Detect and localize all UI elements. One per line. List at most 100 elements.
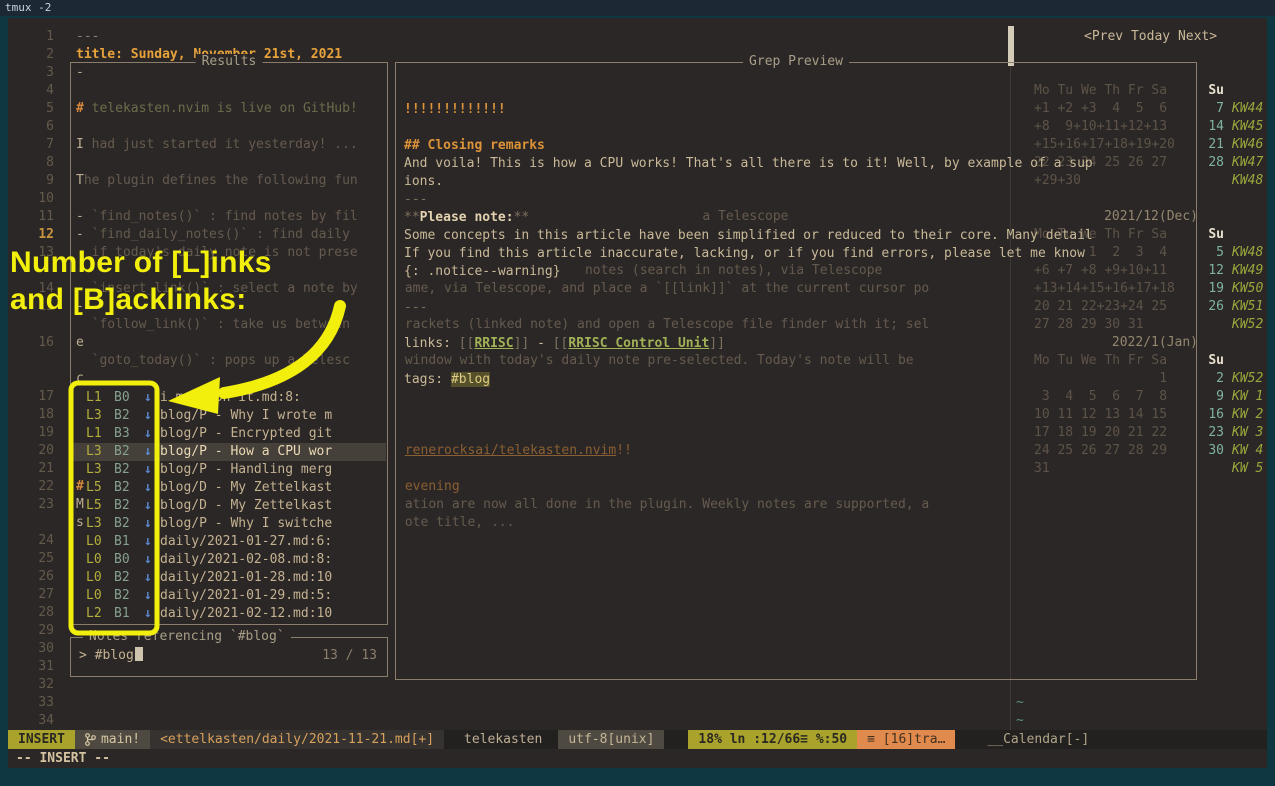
calendar-today-button[interactable]: Today: [1131, 29, 1170, 44]
calendar-prev-button[interactable]: <Prev: [1084, 29, 1123, 44]
prompt-char: >: [79, 648, 87, 663]
preview-text: tags:: [404, 372, 451, 387]
preview-text: links:: [404, 336, 459, 351]
links-count-badge: L3: [86, 407, 102, 425]
line-number: 15: [8, 298, 54, 316]
line-number: 32: [8, 676, 54, 694]
calendar-sunday-day[interactable]: 9: [1198, 388, 1224, 406]
command-line: -- INSERT --: [8, 749, 1267, 768]
calendar-sunday-day[interactable]: 19: [1198, 280, 1224, 298]
line-number: 11: [8, 208, 54, 226]
preview-line: Some concepts in this article have been …: [404, 227, 1093, 245]
filetype-label: telekasten: [462, 730, 544, 749]
calendar-sunday-day[interactable]: 12: [1198, 262, 1224, 280]
result-item[interactable]: L3B2↓blog/P - Handling merg: [72, 461, 386, 479]
preview-line: tags: #blog: [404, 371, 490, 389]
preview-line: ---: [404, 191, 427, 209]
calendar-sunday-day[interactable]: 5: [1198, 244, 1224, 262]
result-item[interactable]: L3B2↓blog/P - Why I switche: [72, 515, 386, 533]
backlinks-count-badge: B2: [114, 497, 130, 515]
calendar-sunday-day[interactable]: 2: [1198, 370, 1224, 388]
preview-text: Some concepts in this article have been …: [404, 228, 1093, 243]
result-filename: i mention it.md:8:: [160, 389, 301, 407]
backlinks-count-badge: B2: [114, 461, 130, 479]
wiki-link[interactable]: RRISC: [474, 336, 513, 351]
search-input[interactable]: > #blog: [79, 647, 143, 665]
result-filename: blog/P - Why I switche: [160, 515, 332, 533]
calendar-week-number: KW 3: [1232, 424, 1263, 442]
calendar-sunday-header: Su: [1198, 82, 1224, 100]
result-item[interactable]: L1B3↓blog/P - Encrypted git: [72, 425, 386, 443]
calendar-week-number: KW 4: [1232, 442, 1263, 460]
line-number: 29: [8, 622, 54, 640]
links-count-badge: L0: [86, 587, 102, 605]
results-window-title: Results: [196, 54, 263, 70]
result-filename: daily/2021-02-12.md:10: [160, 605, 332, 623]
neovim-window: 1---2title: Sunday, November 21st, 20213…: [8, 18, 1267, 768]
preview-window: Grep Preview !!!!!!!!!!!!!## Closing rem…: [395, 62, 1197, 680]
calendar-sunday-day[interactable]: 30: [1198, 442, 1224, 460]
calendar-week-number: KW 1: [1232, 388, 1263, 406]
calendar-week-number: KW 2: [1232, 406, 1263, 424]
markdown-file-icon: ↓: [144, 497, 152, 515]
preview-text: [[: [459, 336, 475, 351]
preview-line: ## Closing remarks: [404, 137, 545, 155]
calendar-sunday-header: Su: [1198, 226, 1224, 244]
preview-line: And voila! This is how a CPU works! That…: [404, 155, 1093, 173]
calendar-sunday-day[interactable]: 28: [1198, 154, 1224, 172]
line-number: 20: [8, 442, 54, 460]
markdown-file-icon: ↓: [144, 605, 152, 623]
mode-indicator: INSERT: [8, 730, 75, 749]
calendar-sunday-day[interactable]: 14: [1198, 118, 1224, 136]
calendar-sunday-day[interactable]: 21: [1198, 136, 1224, 154]
calendar-sunday-day[interactable]: 26: [1198, 298, 1224, 316]
calendar-sunday-day[interactable]: 16: [1198, 406, 1224, 424]
calendar-week-number: KW52: [1232, 370, 1263, 388]
calendar-week-number: KW51: [1232, 298, 1263, 316]
result-item[interactable]: L3B2↓blog/P - How a CPU wor: [72, 443, 386, 461]
result-item[interactable]: L0B2↓daily/2021-01-28.md:10: [72, 569, 386, 587]
calendar-next-button[interactable]: Next>: [1178, 29, 1217, 44]
line-number: 23: [8, 496, 54, 514]
trailing-whitespace-warning: ≡ [16]tra…: [857, 730, 955, 749]
result-filename: daily/2021-01-27.md:6:: [160, 533, 332, 551]
preview-text: Please note:: [420, 210, 514, 225]
preview-text: If you find this article inaccurate, lac…: [404, 246, 1085, 261]
tag-chip[interactable]: #blog: [451, 372, 490, 387]
line-number: 26: [8, 568, 54, 586]
markdown-file-icon: ↓: [144, 515, 152, 533]
line-number: 12: [8, 226, 54, 244]
calendar-week-number: KW45: [1232, 118, 1263, 136]
result-item[interactable]: L2B1↓daily/2021-02-12.md:10: [72, 605, 386, 623]
tmux-title: tmux -2: [5, 1, 51, 14]
text-cursor: [135, 647, 143, 661]
result-filename: blog/P - Why I wrote m: [160, 407, 332, 425]
line-number: 4: [8, 82, 54, 100]
result-item[interactable]: L0B2↓daily/2021-01-29.md:5:: [72, 587, 386, 605]
result-filename: blog/P - Encrypted git: [160, 425, 332, 443]
calendar-week-number: KW44: [1232, 100, 1263, 118]
wiki-link[interactable]: RRISC Control Unit: [568, 336, 709, 351]
preview-line: !!!!!!!!!!!!!: [404, 101, 506, 119]
line-number: 16: [8, 334, 54, 352]
result-item[interactable]: L5B2↓blog/D - My Zettelkast: [72, 479, 386, 497]
git-branch-label: main!: [101, 730, 140, 749]
backlinks-count-badge: B2: [114, 407, 130, 425]
preview-text: **: [514, 210, 530, 225]
result-item[interactable]: L3B2↓blog/P - Why I wrote m: [72, 407, 386, 425]
result-filename: daily/2021-01-29.md:5:: [160, 587, 332, 605]
preview-text: ---: [404, 192, 427, 207]
preview-text: !!!!!!!!!!!!!: [404, 102, 506, 117]
preview-text: ]]: [709, 336, 725, 351]
result-filename: blog/P - How a CPU wor: [160, 443, 332, 461]
line-number: 7: [8, 136, 54, 154]
search-query: #blog: [95, 648, 134, 663]
markdown-file-icon: ↓: [144, 479, 152, 497]
calendar-sunday-day[interactable]: 7: [1198, 100, 1224, 118]
preview-line: {: .notice--warning}: [404, 263, 561, 281]
result-item[interactable]: L0B0↓daily/2021-02-08.md:8:: [72, 551, 386, 569]
result-item[interactable]: L1B0↓i mention it.md:8:: [72, 389, 386, 407]
result-item[interactable]: L5B2↓blog/D - My Zettelkast: [72, 497, 386, 515]
result-item[interactable]: L0B1↓daily/2021-01-27.md:6:: [72, 533, 386, 551]
calendar-sunday-day[interactable]: 23: [1198, 424, 1224, 442]
